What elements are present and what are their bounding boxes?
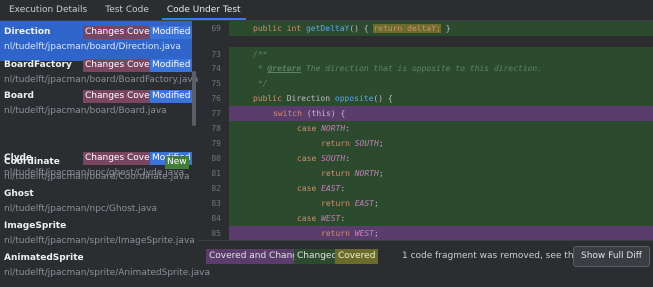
code-line: 81 return NORTH;	[199, 166, 653, 181]
tab-code-under-test[interactable]: Code Under Test	[158, 0, 250, 20]
code-line: 83 return EAST;	[199, 196, 653, 211]
code-token: case	[297, 214, 322, 223]
file-name: Coordinate	[4, 157, 60, 167]
file-path: nl/tudelft/jpacman/board/BoardFactory.ja…	[4, 75, 199, 85]
code-token: return	[321, 199, 355, 208]
file-name: Board	[4, 91, 34, 101]
line-number: 75	[199, 76, 229, 91]
code-line: 76 public Direction opposite() {	[199, 91, 653, 106]
sidebar-scrollbar[interactable]	[192, 71, 196, 126]
code-editor: 69 public int getDeltaY() { return deltaY…	[199, 21, 653, 240]
code-token: ;	[378, 139, 384, 148]
file-name: Ghost	[4, 189, 34, 199]
code-overflow	[199, 226, 653, 240]
code-line: 82 case EAST:	[199, 181, 653, 196]
file-item-animatedsprite[interactable]: AnimatedSprite nl/tudelft/jpacman/sprite…	[0, 247, 210, 287]
code-token: SOUTH	[354, 139, 379, 148]
code-token: return	[321, 169, 355, 178]
tab-execution-details[interactable]: Execution Details	[0, 0, 96, 20]
code-token: Direction	[286, 94, 335, 103]
code-token: () {	[349, 24, 374, 33]
coverage-window: Execution Details Test Code Code Under T…	[0, 0, 653, 278]
code-line: 69 public int getDeltaY() { return deltaY…	[199, 21, 653, 36]
code-token: The direction that is opposite to this d…	[301, 64, 542, 73]
code-token: (this) {	[301, 109, 346, 118]
code-token: ;	[373, 199, 379, 208]
tab-bar: Execution Details Test Code Code Under T…	[0, 0, 653, 21]
line-number: 83	[199, 196, 229, 211]
line-number: 69	[199, 21, 229, 36]
code-line: 74 * @return The direction that is oppos…	[199, 61, 653, 76]
status-bar: Covered and Changed Changed Covered 1 co…	[199, 240, 653, 270]
code-token: :	[345, 124, 351, 133]
code-token: getDeltaY	[305, 24, 350, 33]
code-token: EAST	[354, 199, 374, 208]
changed-legend: Changed	[294, 249, 341, 264]
code-token: public int	[253, 24, 306, 33]
file-path: nl/tudelft/jpacman/sprite/ImageSprite.ja…	[4, 236, 195, 246]
file-item-board[interactable]: Board Changes Covered Modified nl/tudelf…	[0, 85, 193, 125]
code-token: switch	[273, 109, 302, 118]
line-number: 79	[199, 136, 229, 151]
code-token: NORTH	[321, 124, 346, 133]
line-number: 76	[199, 91, 229, 106]
code-line: 84 case WEST:	[199, 211, 653, 226]
file-path: nl/tudelft/jpacman/board/Direction.java	[4, 42, 181, 52]
line-number: 80	[199, 151, 229, 166]
file-name: BoardFactory	[4, 60, 72, 70]
code-line: 79 return SOUTH;	[199, 136, 653, 151]
code-token: case	[297, 184, 322, 193]
code-line: 80 case SOUTH:	[199, 151, 653, 166]
code-token: /**	[253, 50, 268, 59]
file-path: nl/tudelft/jpacman/npc/Ghost.java	[4, 204, 158, 214]
code-token: () {	[373, 94, 393, 103]
code-token: WEST	[321, 214, 341, 223]
code-token: public	[253, 94, 287, 103]
covered-legend: Covered	[335, 249, 379, 264]
line-number: 73	[199, 47, 229, 62]
file-name: AnimatedSprite	[4, 253, 84, 263]
code-token: @return	[267, 64, 302, 73]
code-token: return	[321, 139, 355, 148]
code-token: SOUTH	[321, 154, 346, 163]
code-token: :	[340, 184, 346, 193]
code-token: case	[297, 124, 322, 133]
line-number: 82	[199, 181, 229, 196]
covered-highlight: return deltaY;	[373, 24, 441, 33]
tab-test-code[interactable]: Test Code	[96, 0, 158, 20]
modified-badge: Modified	[150, 59, 193, 72]
line-number: 78	[199, 121, 229, 136]
file-name: Direction	[4, 27, 51, 37]
code-token: *	[253, 64, 268, 73]
code-token: :	[340, 214, 346, 223]
code-token: }	[440, 24, 451, 33]
file-path: nl/tudelft/jpacman/board/Board.java	[4, 106, 167, 116]
line-number: 77	[199, 106, 229, 121]
code-token: case	[297, 154, 322, 163]
code-line: 78 case NORTH:	[199, 121, 653, 136]
code-line: 75 */	[199, 76, 653, 91]
file-list: Direction Changes Covered Modified nl/tu…	[0, 21, 210, 278]
code-token: :	[345, 154, 351, 163]
modified-badge: Modified	[150, 90, 193, 103]
line-number: 81	[199, 166, 229, 181]
show-full-diff-button[interactable]: Show Full Diff	[573, 246, 650, 267]
code-line: 77 switch (this) {	[199, 106, 653, 121]
line-number: 84	[199, 211, 229, 226]
code-token: */	[253, 79, 268, 88]
new-badge: New	[165, 156, 189, 169]
code-token: EAST	[321, 184, 341, 193]
file-name: ImageSprite	[4, 221, 67, 231]
file-path: nl/tudelft/jpacman/board/Coordinate.java	[4, 172, 190, 182]
code-token: ;	[378, 169, 384, 178]
code-line: 73 /**	[199, 47, 653, 62]
code-token: opposite	[334, 94, 374, 103]
line-number: 74	[199, 61, 229, 76]
code-token: NORTH	[354, 169, 379, 178]
modified-badge: Modified	[150, 26, 193, 39]
file-path: nl/tudelft/jpacman/sprite/AnimatedSprite…	[4, 268, 211, 278]
